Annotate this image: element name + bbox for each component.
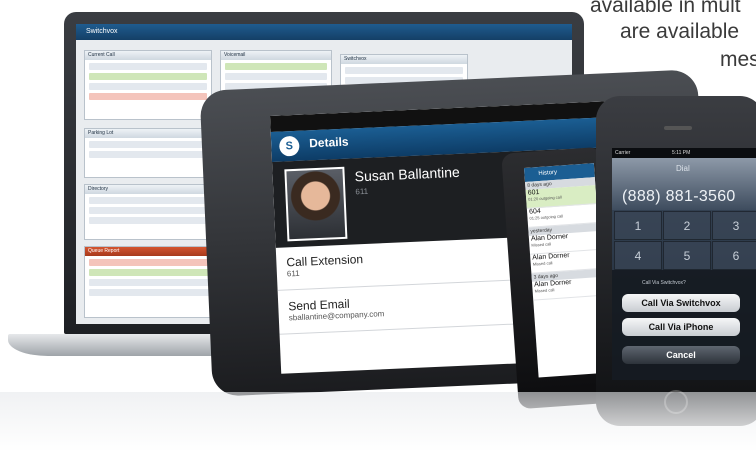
- keypad-key[interactable]: 3: [712, 211, 756, 240]
- panel-row[interactable]: [89, 207, 207, 214]
- panel-title: Voicemail: [221, 51, 331, 60]
- panel-row[interactable]: [225, 63, 327, 70]
- keypad-key[interactable]: 1: [614, 211, 662, 240]
- call-via-switchvox-button[interactable]: Call Via Switchvox: [622, 294, 740, 312]
- panel-row[interactable]: [89, 151, 207, 158]
- floor-reflection: [0, 392, 756, 452]
- call-via-iphone-button[interactable]: Call Via iPhone: [622, 318, 740, 336]
- keypad-key[interactable]: 2: [663, 211, 711, 240]
- history-list: 8 days ago 601 01:20 outgoing call 604 0…: [524, 177, 604, 301]
- panel-title: Switchvox: [341, 55, 467, 64]
- panel-row[interactable]: [89, 93, 207, 100]
- panel-row[interactable]: [345, 67, 463, 74]
- current-call-panel: Current Call: [84, 50, 212, 120]
- dial-label: Dial: [676, 164, 690, 173]
- iphone-speaker: [664, 126, 692, 130]
- switchvox-app-title: Switchvox: [86, 28, 118, 35]
- keypad: 1 2 3 4 5 6: [612, 210, 756, 270]
- marketing-line-3: mes: [720, 48, 756, 71]
- panel-title: Current Call: [85, 51, 211, 60]
- panel-row: [89, 63, 207, 70]
- panel-row[interactable]: [89, 217, 207, 224]
- keypad-key[interactable]: 4: [614, 241, 662, 270]
- contact-avatar: [284, 166, 348, 242]
- iphone-status-bar: Carrier 5:11 PM: [612, 148, 756, 158]
- panel-row[interactable]: [225, 73, 327, 80]
- sheet-prompt: Call Via Switchvox?: [642, 280, 686, 286]
- cancel-button[interactable]: Cancel: [622, 346, 740, 364]
- dialed-number: (888) 881-3560: [622, 188, 736, 205]
- contact-extension: 611: [355, 186, 369, 197]
- call-action-sheet: Call Via Switchvox? Call Via Switchvox C…: [612, 270, 756, 380]
- panel-row[interactable]: [89, 197, 207, 204]
- details-title: Details: [308, 134, 349, 151]
- switchvox-titlebar: Switchvox: [76, 24, 572, 40]
- history-row[interactable]: Alan Dorner Missed call: [531, 276, 604, 301]
- status-time: 5:11 PM: [672, 150, 691, 156]
- carrier-label: Carrier: [615, 150, 631, 156]
- keypad-key[interactable]: 5: [663, 241, 711, 270]
- iphone-screen: Carrier 5:11 PM Dial (888) 881-3560 1 2 …: [612, 148, 756, 380]
- panel-title: Directory: [85, 185, 211, 194]
- keypad-key[interactable]: 6: [712, 241, 756, 270]
- panel-row[interactable]: [89, 73, 207, 80]
- marketing-line-1: available in mult: [590, 0, 741, 17]
- panel-row[interactable]: [89, 141, 207, 148]
- directory-panel: Directory: [84, 184, 212, 240]
- parking-lot-panel: Parking Lot: [84, 128, 212, 178]
- marketing-line-2: are available: [620, 20, 740, 43]
- panel-title: Parking Lot: [85, 129, 211, 138]
- panel-row: [89, 83, 207, 90]
